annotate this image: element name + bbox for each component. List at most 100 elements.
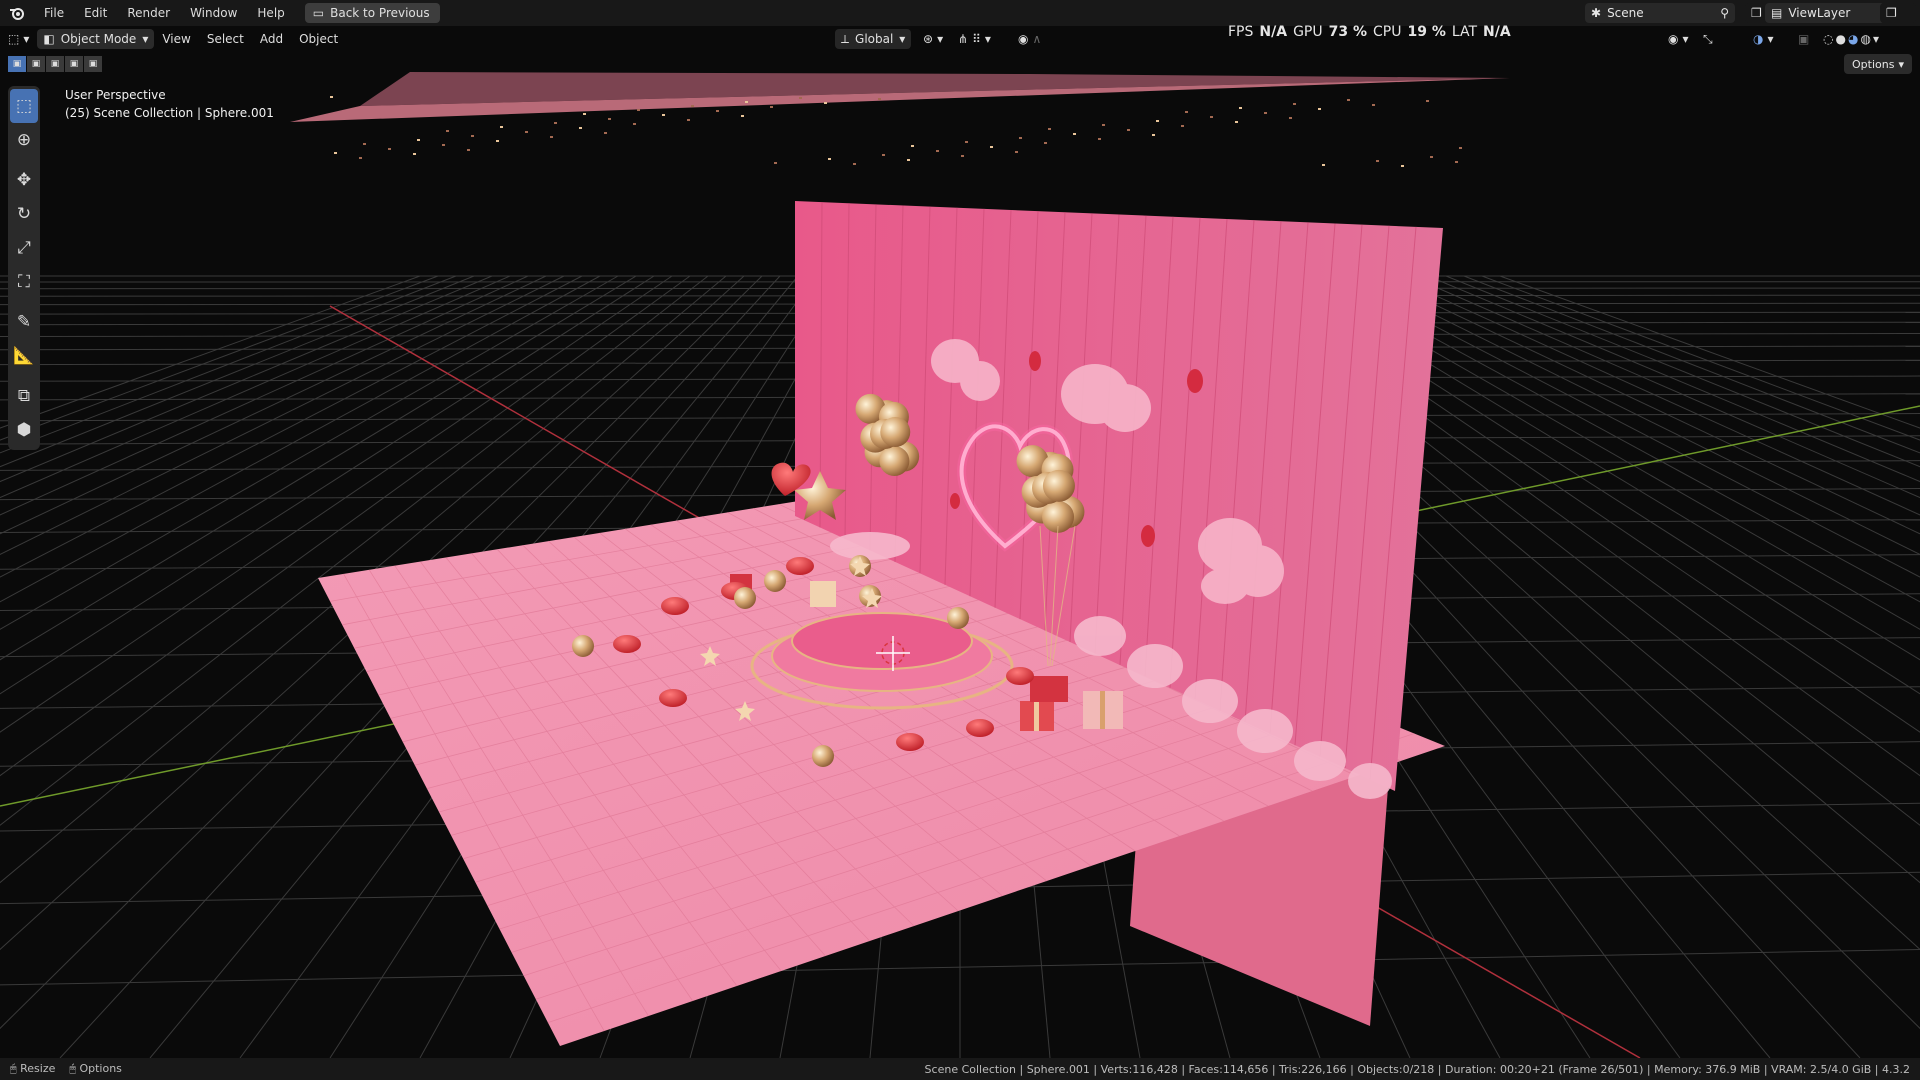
snap-toggle[interactable]: ⋔ ⠿ ▾	[950, 29, 999, 49]
eye-icon: ◉	[1668, 32, 1679, 46]
new-viewlayer-button[interactable]: ❐	[1880, 3, 1916, 23]
podium-top	[791, 612, 973, 670]
snap-grid-icon: ⠿	[972, 32, 981, 46]
editor-type-icon: ⬚	[8, 32, 20, 46]
add-object-tool[interactable]: ⬢	[8, 413, 40, 447]
chevron-down-icon: ▾	[899, 32, 906, 46]
mode-selector[interactable]: ◧ Object Mode ▾	[37, 29, 155, 49]
material-shading-icon[interactable]: ◕	[1848, 32, 1858, 46]
performance-overlay: FPS N/A GPU 73 % CPU 19 % LAT N/A	[1228, 24, 1511, 40]
scene-selector[interactable]: ✱ Scene ⚲	[1585, 3, 1735, 23]
cpu-label: CPU	[1373, 24, 1402, 40]
gpu-value: 73 %	[1328, 24, 1367, 40]
mouse-icon: 🖱	[69, 1062, 76, 1075]
lat-value: N/A	[1483, 24, 1511, 40]
add-cube-tool[interactable]: ⧉	[8, 379, 40, 413]
collection-label: (25) Scene Collection | Sphere.001	[65, 106, 274, 120]
chevron-down-icon: ▾	[937, 32, 944, 46]
select-invert-icon[interactable]: ▣	[65, 56, 83, 72]
add-object-icon: ⬢	[16, 420, 32, 440]
scale-tool[interactable]: ⤢	[8, 231, 40, 265]
overlays-toggle[interactable]: ◑ ▾	[1745, 29, 1782, 49]
scene-statistics: Scene Collection | Sphere.001 | Verts:11…	[924, 1062, 1910, 1076]
fps-label: FPS	[1228, 24, 1254, 40]
pin-icon[interactable]: ⚲	[1720, 6, 1729, 20]
transform-tool[interactable]: ⛶	[8, 265, 40, 299]
annotate-tool[interactable]: ✎	[8, 305, 40, 339]
menu-add[interactable]: Add	[252, 29, 291, 49]
3d-viewport[interactable]	[0, 26, 1920, 1058]
cursor-icon: ⊕	[16, 130, 32, 150]
viewport-header: ⬚ ▾ ◧ Object Mode ▾ View Select Add Objec…	[0, 26, 1920, 52]
options-hint: 🖱 Options	[69, 1062, 122, 1075]
falloff-icon: ∧	[1032, 32, 1042, 46]
menu-select[interactable]: Select	[199, 29, 252, 49]
menu-object[interactable]: Object	[291, 29, 346, 49]
cursor-tool[interactable]: ⊕	[8, 123, 40, 157]
chevron-down-icon: ▾	[1872, 32, 1879, 46]
menu-help[interactable]: Help	[247, 0, 294, 26]
perspective-label: User Perspective	[65, 88, 166, 102]
editor-type-selector[interactable]: ⬚ ▾	[0, 29, 37, 49]
gpu-label: GPU	[1293, 24, 1323, 40]
rendered-shading-icon[interactable]: ◍	[1860, 32, 1870, 46]
object-mode-icon: ◧	[43, 32, 55, 46]
back-to-previous-button[interactable]: ▭ Back to Previous	[304, 3, 440, 23]
solid-shading-icon[interactable]: ●	[1835, 32, 1845, 46]
visibility-selector[interactable]: ◉ ▾	[1660, 29, 1697, 49]
proportional-edit-icon: ◉	[1018, 32, 1029, 46]
copy-icon: ❐	[1886, 6, 1897, 20]
shading-mode-selector[interactable]: ◌ ● ◕ ◍ ▾	[1815, 29, 1887, 49]
rotate-tool[interactable]: ↻	[8, 197, 40, 231]
select-extend-icon[interactable]: ▣	[27, 56, 45, 72]
mouse-icon: 🖱	[10, 1062, 17, 1075]
status-bar: 🖱 Resize 🖱 Options Scene Collection | Sp…	[0, 1058, 1920, 1080]
chevron-down-icon: ▾	[1898, 57, 1904, 71]
chevron-down-icon: ▾	[142, 32, 149, 46]
move-icon: ✥	[16, 170, 32, 190]
select-box-icon: ⬚	[15, 96, 33, 116]
menu-edit[interactable]: Edit	[74, 0, 117, 26]
orientation-icon: ⟂	[841, 31, 850, 46]
menu-view[interactable]: View	[154, 29, 198, 49]
blender-logo-icon[interactable]	[0, 0, 34, 26]
magnet-icon: ⋔	[958, 32, 969, 46]
viewport-info: User Perspective (25) Scene Collection |…	[65, 86, 274, 122]
menu-render[interactable]: Render	[117, 0, 180, 26]
fps-value: N/A	[1259, 24, 1288, 40]
wireframe-shading-icon[interactable]: ◌	[1823, 32, 1833, 46]
scene-render	[0, 72, 1920, 1058]
proportional-edit-toggle[interactable]: ◉ ∧	[1010, 29, 1049, 49]
copy-icon: ❐	[1751, 6, 1762, 20]
pivot-icon: ⊛	[923, 32, 934, 46]
scene-icon: ✱	[1591, 6, 1602, 20]
gizmo-toggle[interactable]: ⤡	[1695, 29, 1721, 49]
chevron-down-icon: ▾	[984, 32, 991, 46]
measure-tool[interactable]: 📐	[8, 339, 40, 373]
xray-toggle[interactable]: ▣	[1790, 29, 1817, 49]
measure-icon: 📐	[13, 346, 35, 366]
top-menu-bar: File Edit Render Window Help ▭ Back to P…	[0, 0, 1920, 26]
menu-window[interactable]: Window	[180, 0, 247, 26]
chevron-down-icon: ▾	[1767, 32, 1774, 46]
overlays-icon: ◑	[1753, 32, 1764, 46]
rotate-icon: ↻	[16, 204, 32, 224]
chevron-down-icon: ▾	[23, 32, 30, 46]
scale-icon: ⤢	[17, 238, 31, 258]
screen-back-icon: ▭	[312, 6, 325, 20]
move-tool[interactable]: ✥	[8, 163, 40, 197]
viewlayer-selector[interactable]: ▤ ViewLayer	[1765, 3, 1885, 23]
select-subtract-icon[interactable]: ▣	[46, 56, 64, 72]
pivot-point-selector[interactable]: ⊛ ▾	[915, 29, 951, 49]
xray-icon: ▣	[1798, 32, 1810, 46]
tool-shelf: ⬚ ⊕ ✥ ↻ ⤢ ⛶ ✎ 📐 ⧉ ⬢	[8, 86, 40, 450]
transform-icon: ⛶	[18, 272, 30, 292]
transform-orientation-selector[interactable]: ⟂ Global ▾	[835, 29, 912, 49]
select-intersect-icon[interactable]: ▣	[84, 56, 102, 72]
menu-file[interactable]: File	[34, 0, 74, 26]
add-cube-icon: ⧉	[17, 386, 31, 406]
select-box-tool[interactable]: ⬚	[10, 89, 38, 123]
select-new-icon[interactable]: ▣	[8, 56, 26, 72]
selection-mode-buttons: ▣ ▣ ▣ ▣ ▣	[8, 56, 102, 72]
viewport-options-button[interactable]: Options ▾	[1844, 54, 1912, 74]
